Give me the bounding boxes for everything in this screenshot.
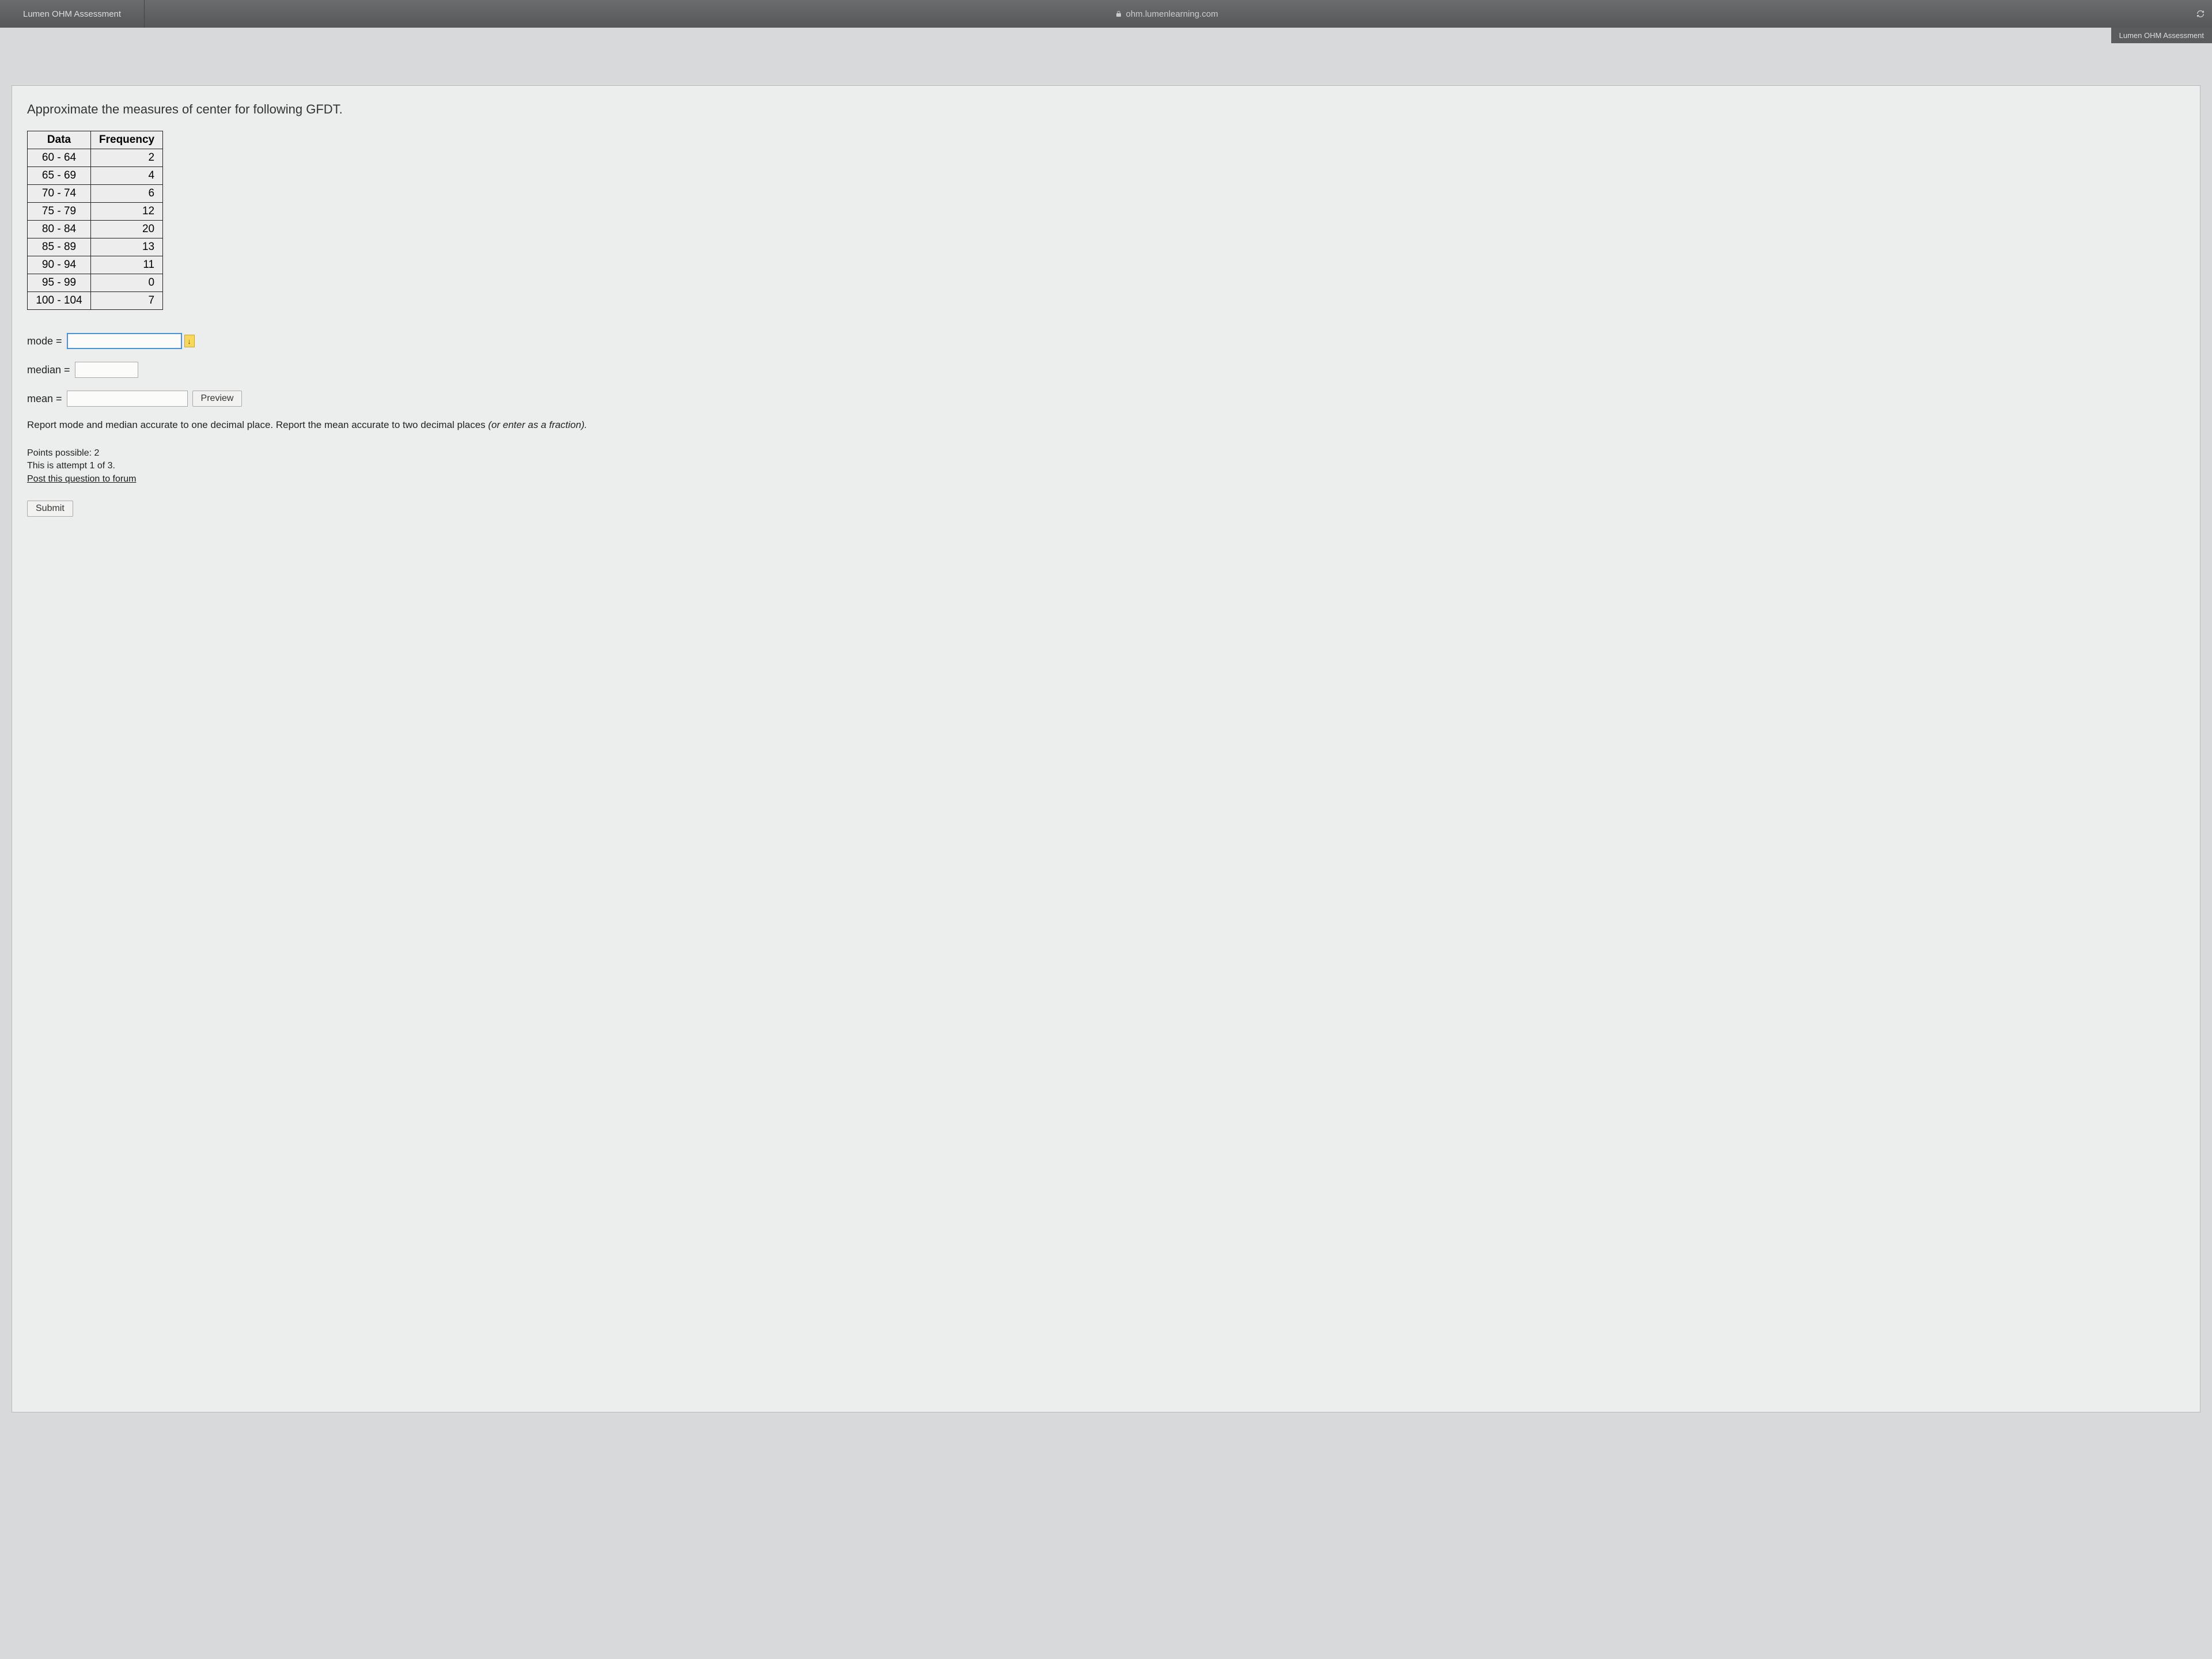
cell-data: 95 - 99 <box>28 274 91 292</box>
instructions: Report mode and median accurate to one d… <box>27 419 2185 431</box>
cell-frequency: 7 <box>91 292 163 310</box>
table-row: 70 - 746 <box>28 185 163 203</box>
question-panel: Approximate the measures of center for f… <box>12 85 2200 1412</box>
cell-frequency: 11 <box>91 256 163 274</box>
mode-row: mode = ↓ <box>27 333 2185 349</box>
cell-data: 60 - 64 <box>28 149 91 167</box>
cell-frequency: 13 <box>91 238 163 256</box>
table-row: 85 - 8913 <box>28 238 163 256</box>
table-header-data: Data <box>28 131 91 149</box>
table-header-frequency: Frequency <box>91 131 163 149</box>
cell-data: 100 - 104 <box>28 292 91 310</box>
table-row: 100 - 1047 <box>28 292 163 310</box>
browser-chrome: Lumen OHM Assessment ohm.lumenlearning.c… <box>0 0 2212 28</box>
cell-data: 90 - 94 <box>28 256 91 274</box>
lock-icon <box>1115 10 1122 17</box>
address-text: ohm.lumenlearning.com <box>1126 9 1218 19</box>
reload-button[interactable] <box>2189 9 2212 18</box>
submit-button[interactable]: Submit <box>27 501 73 517</box>
table-row: 90 - 9411 <box>28 256 163 274</box>
cell-data: 70 - 74 <box>28 185 91 203</box>
median-row: median = <box>27 362 2185 378</box>
points-possible: Points possible: 2 <box>27 447 2185 460</box>
mean-row: mean = Preview <box>27 391 2185 407</box>
browser-tab-next[interactable]: Lumen OHM Assessment <box>2111 28 2212 43</box>
mean-input[interactable] <box>67 391 188 407</box>
instructions-main: Report mode and median accurate to one d… <box>27 419 488 430</box>
cell-frequency: 4 <box>91 167 163 185</box>
address-bar[interactable]: ohm.lumenlearning.com <box>145 9 2189 19</box>
cell-frequency: 6 <box>91 185 163 203</box>
cell-data: 65 - 69 <box>28 167 91 185</box>
tab-title: Lumen OHM Assessment <box>23 9 121 19</box>
median-label: median = <box>27 364 70 376</box>
table-row: 75 - 7912 <box>28 203 163 221</box>
table-row: 65 - 694 <box>28 167 163 185</box>
mode-input[interactable] <box>67 333 182 349</box>
attempt-info: This is attempt 1 of 3. <box>27 460 2185 472</box>
question-meta: Points possible: 2 This is attempt 1 of … <box>27 447 2185 486</box>
cell-frequency: 20 <box>91 221 163 238</box>
cell-data: 75 - 79 <box>28 203 91 221</box>
table-row: 95 - 990 <box>28 274 163 292</box>
frequency-table: Data Frequency 60 - 64265 - 69470 - 7467… <box>27 131 163 310</box>
preview-button[interactable]: Preview <box>192 391 243 407</box>
cell-data: 85 - 89 <box>28 238 91 256</box>
cell-frequency: 12 <box>91 203 163 221</box>
table-row: 60 - 642 <box>28 149 163 167</box>
cell-frequency: 2 <box>91 149 163 167</box>
cell-data: 80 - 84 <box>28 221 91 238</box>
forum-link[interactable]: Post this question to forum <box>27 474 136 484</box>
tab-area: Lumen OHM Assessment ohm.lumenlearning.c… <box>0 0 2212 28</box>
table-row: 80 - 8420 <box>28 221 163 238</box>
next-tab-title: Lumen OHM Assessment <box>2119 31 2204 40</box>
hint-icon[interactable]: ↓ <box>184 335 195 347</box>
mode-label: mode = <box>27 335 62 347</box>
cell-frequency: 0 <box>91 274 163 292</box>
question-prompt: Approximate the measures of center for f… <box>27 102 2185 117</box>
mean-label: mean = <box>27 393 62 405</box>
browser-tab-active[interactable]: Lumen OHM Assessment <box>0 0 145 28</box>
median-input[interactable] <box>75 362 138 378</box>
instructions-note: (or enter as a fraction). <box>488 419 587 430</box>
